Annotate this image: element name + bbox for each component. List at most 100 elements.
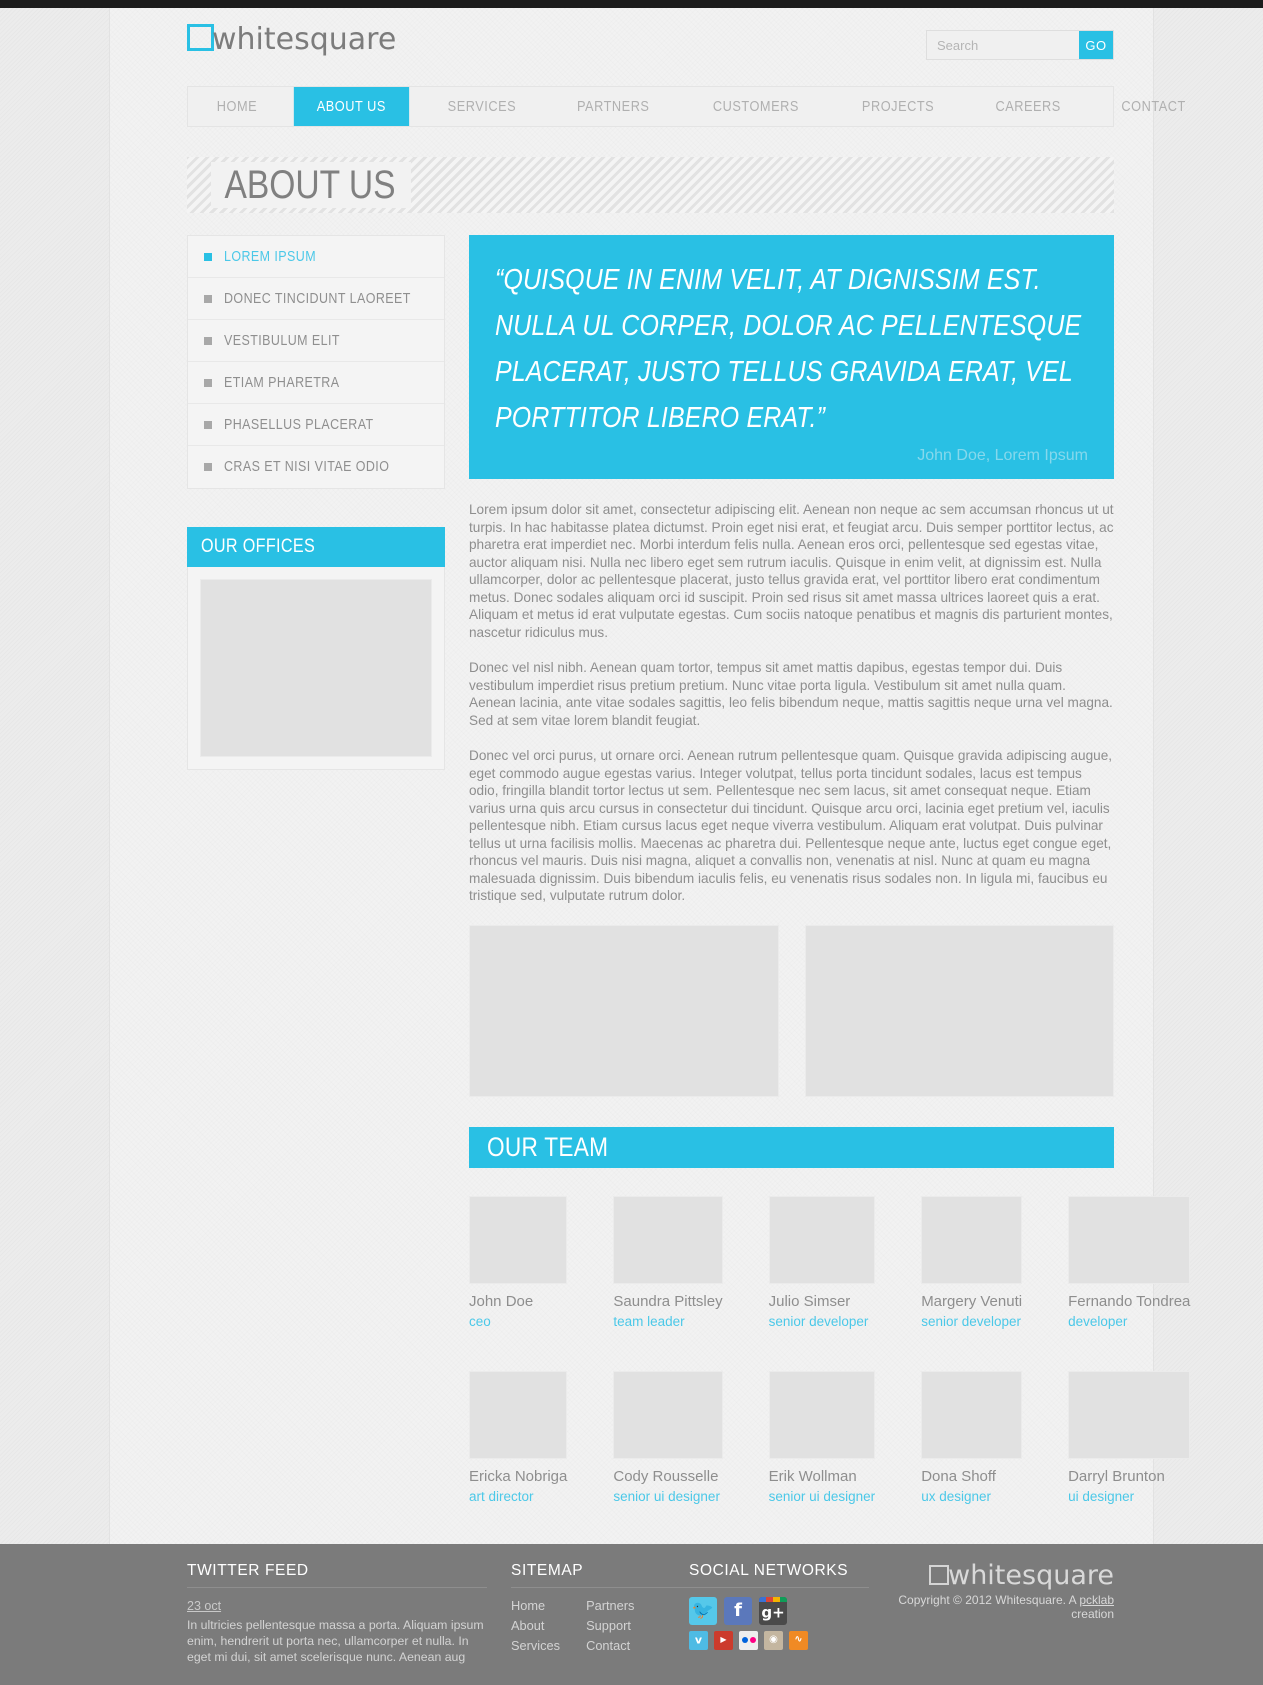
team-member-role: art director — [469, 1488, 534, 1504]
bullet-square-icon — [204, 294, 212, 303]
content-image-left — [469, 924, 779, 1097]
team-member-name: Julio Simser — [768, 1292, 851, 1310]
team-member[interactable]: Dona Shoff ux designer — [921, 1370, 1023, 1504]
sidebar-item-vestibulum-elit[interactable]: VESTIBULUM ELIT — [188, 320, 444, 362]
team-member-photo — [768, 1195, 876, 1284]
nav-item-partners[interactable]: PARTNERS — [555, 87, 673, 126]
sitemap-columns: Home About Services Partners Support Con… — [511, 1597, 689, 1654]
page-title-bar: ABOUT US — [187, 157, 1114, 213]
sidebar-item-label: ETIAM PHARETRA — [224, 374, 340, 391]
twitter-feed-date[interactable]: 23 oct — [187, 1599, 221, 1613]
google-plus-icon[interactable]: g+ — [759, 1596, 787, 1625]
sitemap-link-about[interactable]: About — [511, 1617, 560, 1634]
social-networks-title: SOCIAL NETWORKS — [689, 1562, 869, 1588]
team-member[interactable]: Darryl Brunton ui designer — [1068, 1370, 1191, 1504]
social-row-small: v ▶ ◉ ∿ — [689, 1630, 869, 1650]
search-go-button[interactable]: GO — [1079, 31, 1113, 59]
team-member-role: ui designer — [1068, 1488, 1135, 1504]
team-member-name: Saundra Pittsley — [613, 1292, 723, 1310]
footer-twitter-feed: TWITTER FEED 23 oct In ultricies pellent… — [187, 1562, 487, 1665]
sidebar-item-etiam-pharetra[interactable]: ETIAM PHARETRA — [188, 362, 444, 404]
team-member-photo — [921, 1195, 1023, 1284]
team-member-role: senior ui designer — [613, 1488, 720, 1504]
sidebar-item-label: CRAS ET NISI VITAE ODIO — [224, 459, 390, 475]
twitter-feed-title: TWITTER FEED — [187, 1562, 487, 1588]
copyright-suffix: creation — [1071, 1606, 1114, 1621]
left-rail — [0, 8, 110, 1685]
flickr-icon[interactable] — [739, 1630, 758, 1650]
main-content: “QUISQUE IN ENIM VELIT, AT DIGNISSIM EST… — [469, 235, 1191, 1504]
content-image-right — [804, 924, 1114, 1097]
team-member[interactable]: Cody Rousselle senior ui designer — [613, 1370, 723, 1504]
nav-item-contact[interactable]: CONTACT — [1099, 87, 1209, 126]
footer-social-networks: SOCIAL NETWORKS 🐦 f g+ v ▶ ◉ ∿ — [689, 1562, 869, 1665]
nav-item-customers[interactable]: CUSTOMERS — [690, 87, 822, 126]
sitemap-link-support[interactable]: Support — [586, 1617, 634, 1634]
sitemap-link-services[interactable]: Services — [511, 1637, 560, 1654]
facebook-icon[interactable]: f — [724, 1596, 752, 1625]
rss-icon[interactable]: ∿ — [789, 1630, 808, 1650]
bullet-square-icon — [204, 420, 212, 429]
sitemap-link-partners[interactable]: Partners — [586, 1597, 634, 1614]
sidebar-item-lorem-ipsum[interactable]: LOREM IPSUM — [188, 236, 444, 278]
team-member-photo — [1068, 1195, 1191, 1284]
sidebar: LOREM IPSUM DONEC TINCIDUNT LAOREET VEST… — [187, 235, 445, 770]
top-dark-bar — [0, 0, 1263, 8]
youtube-icon[interactable]: ▶ — [714, 1630, 733, 1650]
our-team-title: OUR TEAM — [487, 1131, 609, 1162]
team-member-name: Cody Rousselle — [613, 1467, 719, 1485]
team-member-role: ceo — [469, 1313, 491, 1329]
sidebar-item-phasellus-placerat[interactable]: PHASELLUS PLACERAT — [188, 404, 444, 446]
team-member[interactable]: Fernando Tondrea developer — [1068, 1195, 1191, 1329]
article-paragraph: Lorem ipsum dolor sit amet, consectetur … — [469, 502, 1114, 640]
search-input[interactable] — [927, 31, 1079, 59]
page-root: whitesquare GO HOME ABOUT US SERVICES PA… — [0, 0, 1263, 1685]
nav-item-projects[interactable]: PROJECTS — [839, 87, 957, 126]
site-footer: TWITTER FEED 23 oct In ultricies pellent… — [0, 1543, 1263, 1685]
pull-quote: “QUISQUE IN ENIM VELIT, AT DIGNISSIM EST… — [469, 235, 1114, 479]
team-member[interactable]: Ericka Nobriga art director — [469, 1370, 568, 1504]
sitemap-link-contact[interactable]: Contact — [586, 1637, 634, 1654]
bullet-square-icon — [204, 336, 212, 345]
offices-map-image — [200, 579, 432, 757]
copyright-link-pcklab[interactable]: pcklab — [1079, 1593, 1114, 1607]
copyright-text: Copyright © 2012 Whitesquare. A pcklab c… — [869, 1593, 1114, 1621]
team-member-photo — [768, 1370, 876, 1459]
site-logo[interactable]: whitesquare — [187, 24, 396, 55]
our-offices-header: OUR OFFICES — [187, 527, 445, 567]
footer-logo[interactable]: whitesquare — [869, 1562, 1114, 1589]
sitemap-link-home[interactable]: Home — [511, 1597, 560, 1614]
team-member-photo — [469, 1195, 568, 1284]
sidebar-item-label: DONEC TINCIDUNT LAOREET — [224, 290, 411, 307]
instagram-icon[interactable]: ◉ — [764, 1630, 783, 1650]
team-member[interactable]: Saundra Pittsley team leader — [613, 1195, 723, 1329]
sidebar-item-donec-tincidunt-laoreet[interactable]: DONEC TINCIDUNT LAOREET — [188, 278, 444, 320]
square-outline-icon — [187, 24, 214, 51]
nav-item-about-us[interactable]: ABOUT US — [293, 87, 409, 126]
quote-text: “QUISQUE IN ENIM VELIT, AT DIGNISSIM EST… — [495, 264, 1082, 434]
sidebar-item-cras-et-nisi-vitae-odio[interactable]: CRAS ET NISI VITAE ODIO — [188, 446, 444, 488]
team-member-name: Ericka Nobriga — [469, 1467, 568, 1485]
team-member[interactable]: Erik Wollman senior ui designer — [768, 1370, 876, 1504]
sitemap-column-1: Home About Services — [511, 1597, 560, 1654]
team-member-photo — [1068, 1370, 1191, 1459]
our-team-header: OUR TEAM — [469, 1126, 1114, 1168]
content-wrapper: whitesquare GO HOME ABOUT US SERVICES PA… — [149, 8, 1191, 1504]
main-navigation: HOME ABOUT US SERVICES PARTNERS CUSTOMER… — [187, 86, 1185, 127]
team-member[interactable]: Julio Simser senior developer — [768, 1195, 876, 1329]
nav-item-careers[interactable]: CAREERS — [972, 87, 1083, 126]
our-offices-body — [187, 567, 445, 770]
team-member[interactable]: Margery Venuti senior developer — [921, 1195, 1023, 1329]
footer-logo-text: whitesquare — [948, 1559, 1114, 1591]
nav-item-services[interactable]: SERVICES — [424, 87, 538, 126]
footer-sitemap: SITEMAP Home About Services Partners Sup… — [511, 1562, 689, 1665]
vimeo-icon[interactable]: v — [689, 1630, 708, 1650]
site-header: whitesquare GO — [187, 8, 1114, 86]
team-member-photo — [469, 1370, 568, 1459]
nav-item-home[interactable]: HOME — [194, 87, 280, 126]
article-paragraph: Donec vel orci purus, ut ornare orci. Ae… — [469, 748, 1113, 903]
twitter-icon[interactable]: 🐦 — [689, 1596, 717, 1625]
main-columns: LOREM IPSUM DONEC TINCIDUNT LAOREET VEST… — [187, 235, 1191, 1504]
team-member-role: ux designer — [921, 1488, 991, 1504]
team-member[interactable]: John Doe ceo — [469, 1195, 568, 1329]
